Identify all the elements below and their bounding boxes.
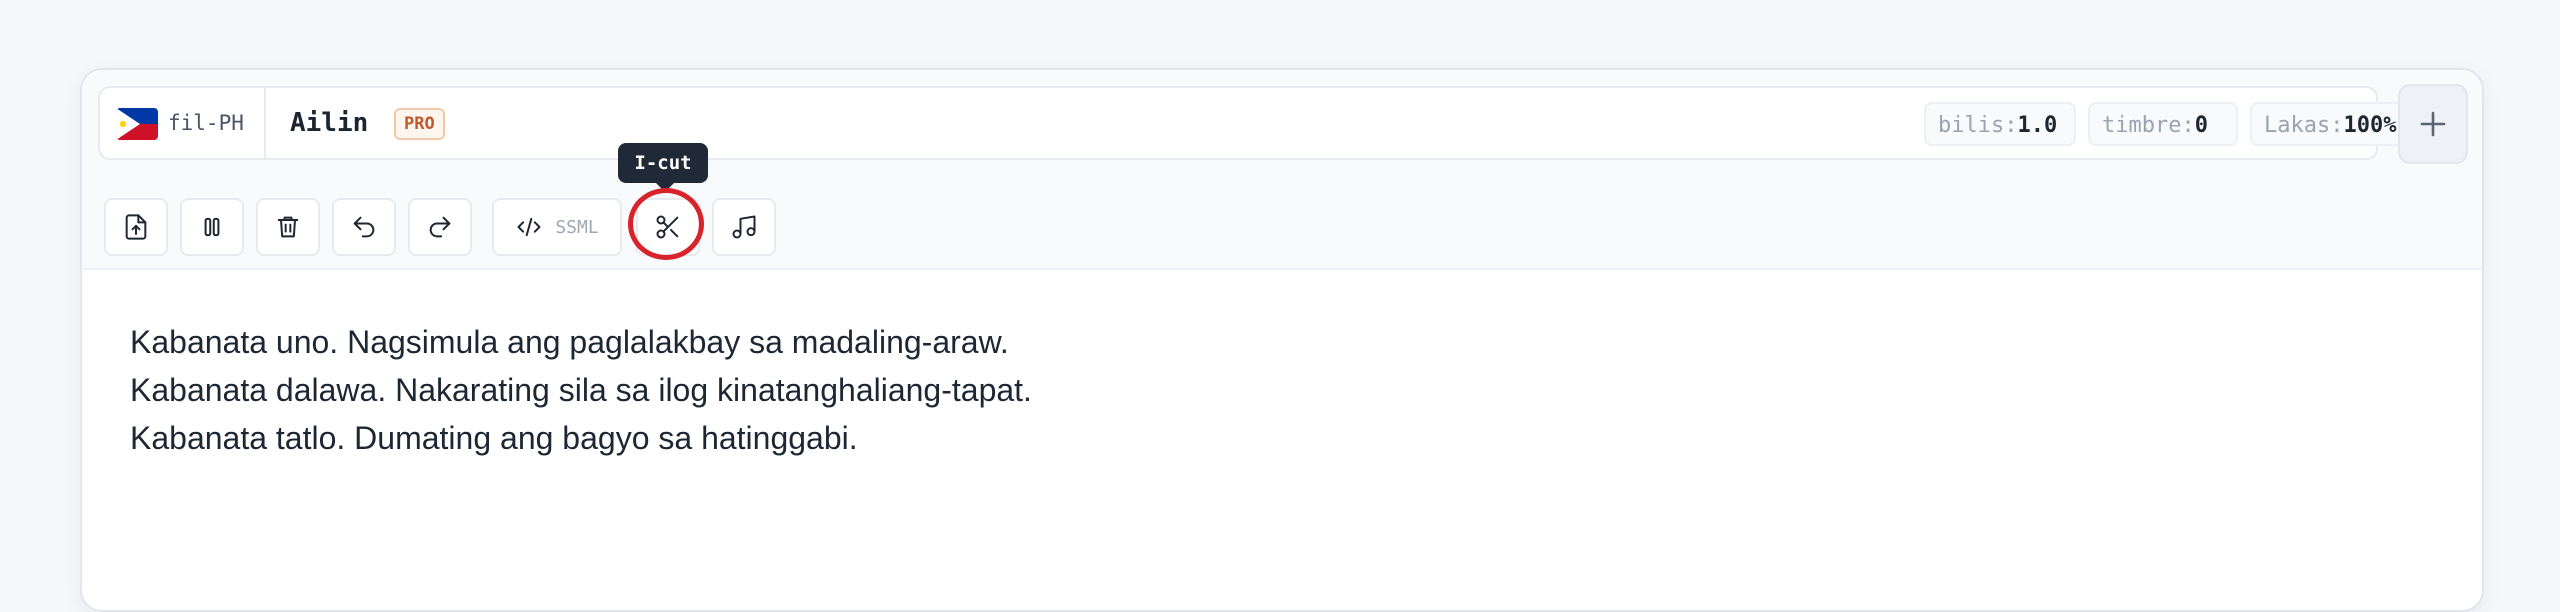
redo-button[interactable] (408, 198, 472, 256)
undo-icon (353, 216, 375, 238)
pause-icon (204, 217, 220, 237)
music-note-icon (732, 215, 756, 239)
language-code: fil-PH (168, 111, 244, 135)
trash-icon (277, 216, 299, 238)
undo-button[interactable] (332, 198, 396, 256)
language-selector[interactable]: fil-PH (100, 88, 266, 158)
philippines-flag-icon (116, 108, 158, 140)
voice-name: Ailin (290, 108, 369, 138)
editor-line: Kabanata dalawa. Nakarating sila sa ilog… (130, 372, 1032, 408)
speed-param[interactable]: bilis:1.0 (1924, 102, 2076, 146)
ssml-button[interactable]: SSML (492, 198, 622, 256)
upload-file-button[interactable] (104, 198, 168, 256)
music-button[interactable] (712, 198, 776, 256)
file-upload-icon (125, 214, 147, 240)
editor-line: Kabanata uno. Nagsimula ang paglalakbay … (130, 324, 1009, 360)
text-editor[interactable]: Kabanata uno. Nagsimula ang paglalakbay … (130, 318, 2430, 462)
add-voice-button[interactable] (2398, 84, 2468, 164)
voice-selector[interactable]: fil-PH Ailin PRO bilis:1.0 timbre:0 Laka… (98, 86, 2430, 160)
cut-tooltip: I-cut (618, 143, 708, 192)
pro-badge: PRO (394, 108, 445, 140)
editor-toolbar: SSML (82, 188, 2482, 270)
redo-icon (429, 216, 451, 238)
delete-button[interactable] (256, 198, 320, 256)
voice-bar: fil-PH Ailin PRO bilis:1.0 timbre:0 Laka… (82, 70, 2482, 189)
timbre-param[interactable]: timbre:0 (2088, 102, 2238, 146)
ssml-label: SSML (555, 216, 599, 238)
scissors-icon (656, 215, 679, 239)
plus-icon (2420, 111, 2446, 137)
tts-editor-card: fil-PH Ailin PRO bilis:1.0 timbre:0 Laka… (80, 68, 2484, 612)
code-icon (517, 217, 541, 237)
pause-button[interactable] (180, 198, 244, 256)
editor-line: Kabanata tatlo. Dumating ang bagyo sa ha… (130, 420, 858, 456)
cut-button[interactable] (636, 198, 700, 256)
